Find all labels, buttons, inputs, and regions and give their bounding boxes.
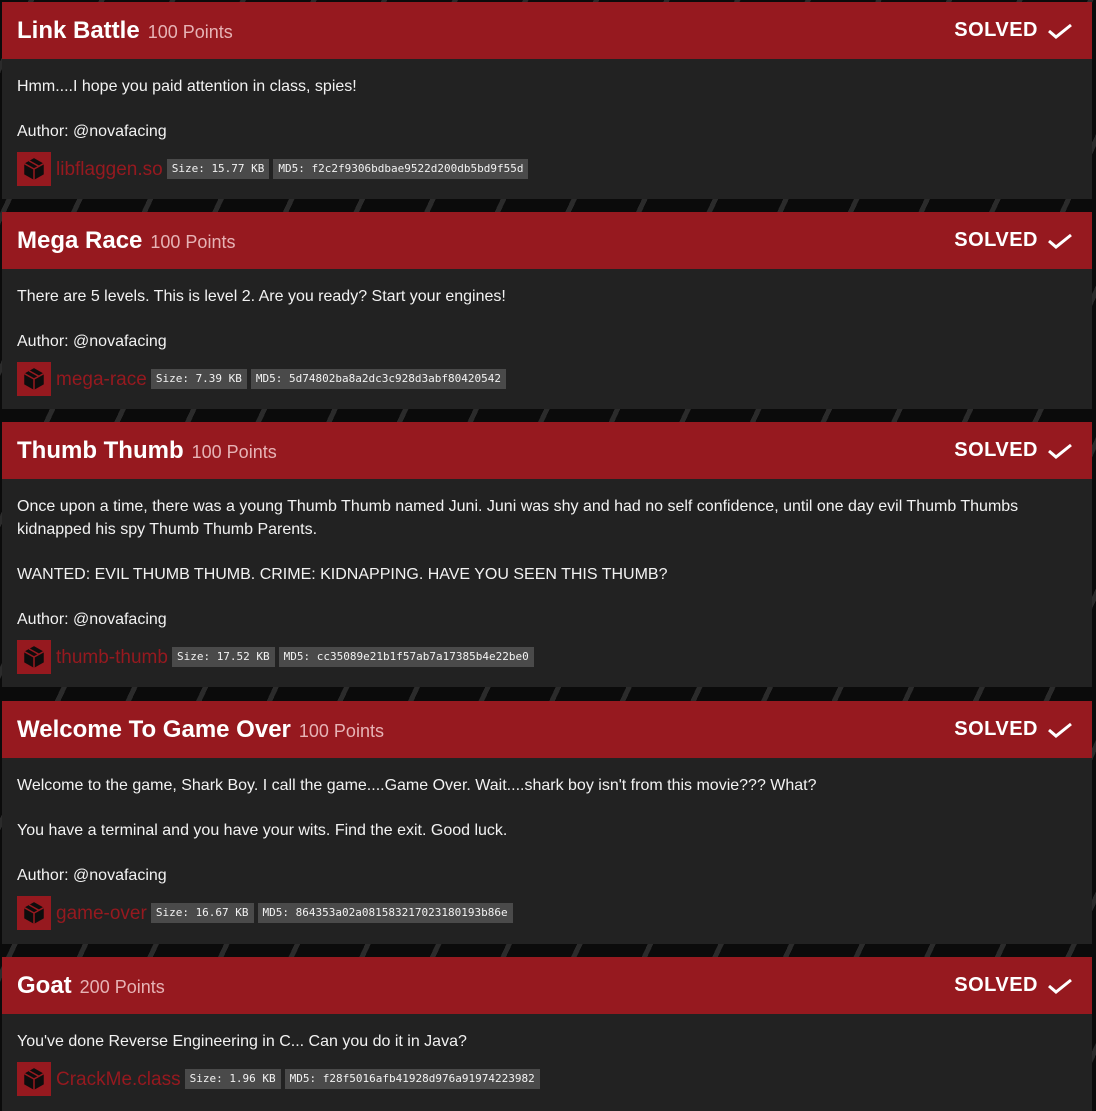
description-paragraph: You have a terminal and you have your wi…	[17, 822, 508, 839]
challenge-description: There are 5 levels. This is level 2. Are…	[17, 285, 1077, 308]
description-paragraph: Hmm....I hope you paid attention in clas…	[17, 78, 357, 95]
checkmark-icon	[1048, 443, 1072, 459]
solved-label: SOLVED	[954, 718, 1038, 740]
solved-status: SOLVED	[954, 974, 1072, 997]
checkmark-icon	[1048, 233, 1072, 249]
file-md5-tag: MD5: f28f5016afb41928d976a91974223982	[284, 1069, 540, 1089]
description-paragraph: You've done Reverse Engineering in C... …	[17, 1033, 467, 1050]
challenge-card: Goat 200 Points SOLVED You've done Rever…	[2, 957, 1092, 1111]
challenge-card: Thumb Thumb 100 Points SOLVED Once upon …	[2, 422, 1092, 687]
file-download-link[interactable]: libflaggen.so	[56, 158, 163, 181]
file-attachment: mega-race Size: 7.39 KB MD5: 5d74802ba8a…	[17, 362, 1077, 396]
checkmark-icon	[1048, 978, 1072, 994]
challenge-points: 100 Points	[298, 720, 384, 741]
file-size-tag: Size: 1.96 KB	[184, 1069, 281, 1089]
file-md5-tag: MD5: cc35089e21b1f57ab7a17385b4e22be0	[278, 647, 534, 667]
file-download-link[interactable]: mega-race	[56, 368, 147, 391]
solved-label: SOLVED	[954, 229, 1038, 251]
checkmark-icon	[1048, 722, 1072, 738]
challenge-title: Welcome To Game Over	[17, 715, 291, 743]
challenge-card: Mega Race 100 Points SOLVED There are 5 …	[2, 212, 1092, 409]
challenge-header[interactable]: Mega Race 100 Points SOLVED	[2, 212, 1092, 269]
challenge-points: 100 Points	[150, 231, 236, 252]
file-attachment: thumb-thumb Size: 17.52 KB MD5: cc35089e…	[17, 640, 1077, 674]
file-download-link[interactable]: game-over	[56, 902, 147, 925]
solved-status: SOLVED	[954, 229, 1072, 252]
challenge-description: Hmm....I hope you paid attention in clas…	[17, 75, 1077, 98]
challenge-header[interactable]: Goat 200 Points SOLVED	[2, 957, 1092, 1014]
file-download-link[interactable]: thumb-thumb	[56, 646, 168, 669]
package-box-icon[interactable]	[17, 362, 51, 396]
package-box-icon[interactable]	[17, 1062, 51, 1096]
solved-label: SOLVED	[954, 974, 1038, 996]
solved-label: SOLVED	[954, 439, 1038, 461]
challenge-author: Author: @novafacing	[17, 333, 167, 350]
challenge-header[interactable]: Welcome To Game Over 100 Points SOLVED	[2, 701, 1092, 758]
description-paragraph: WANTED: EVIL THUMB THUMB. CRIME: KIDNAPP…	[17, 566, 668, 583]
checkmark-icon	[1048, 23, 1072, 39]
description-paragraph: Once upon a time, there was a young Thum…	[17, 498, 1019, 538]
challenge-author: Author: @novafacing	[17, 123, 167, 140]
file-md5-tag: MD5: f2c2f9306bdbae9522d200db5bd9f55d	[273, 159, 529, 179]
challenge-header[interactable]: Link Battle 100 Points SOLVED	[2, 2, 1092, 59]
challenge-points: 100 Points	[191, 441, 277, 462]
challenge-title: Link Battle	[17, 16, 140, 44]
file-size-tag: Size: 15.77 KB	[166, 159, 270, 179]
challenge-header[interactable]: Thumb Thumb 100 Points SOLVED	[2, 422, 1092, 479]
package-box-icon[interactable]	[17, 152, 51, 186]
challenge-author: Author: @novafacing	[17, 611, 167, 628]
file-size-tag: Size: 16.67 KB	[150, 903, 254, 923]
package-box-icon[interactable]	[17, 896, 51, 930]
description-paragraph: Welcome to the game, Shark Boy. I call t…	[17, 777, 817, 794]
file-download-link[interactable]: CrackMe.class	[56, 1068, 181, 1091]
solved-status: SOLVED	[954, 19, 1072, 42]
challenge-description: Once upon a time, there was a young Thum…	[17, 495, 1077, 586]
file-attachment: game-over Size: 16.67 KB MD5: 864353a02a…	[17, 896, 1077, 930]
file-size-tag: Size: 7.39 KB	[150, 369, 247, 389]
challenge-card: Link Battle 100 Points SOLVED Hmm....I h…	[2, 2, 1092, 199]
challenge-card: Welcome To Game Over 100 Points SOLVED W…	[2, 701, 1092, 944]
challenge-points: 200 Points	[79, 976, 165, 997]
file-attachment: libflaggen.so Size: 15.77 KB MD5: f2c2f9…	[17, 152, 1077, 186]
challenge-title: Thumb Thumb	[17, 436, 184, 464]
solved-status: SOLVED	[954, 439, 1072, 462]
description-paragraph: There are 5 levels. This is level 2. Are…	[17, 288, 506, 305]
package-box-icon[interactable]	[17, 640, 51, 674]
file-md5-tag: MD5: 5d74802ba8a2dc3c928d3abf80420542	[250, 369, 506, 389]
file-attachment: CrackMe.class Size: 1.96 KB MD5: f28f501…	[17, 1062, 1077, 1096]
challenge-title: Mega Race	[17, 226, 143, 254]
challenge-title: Goat	[17, 971, 72, 999]
challenge-points: 100 Points	[147, 21, 233, 42]
solved-status: SOLVED	[954, 718, 1072, 741]
challenge-author: Author: @novafacing	[17, 867, 167, 884]
file-md5-tag: MD5: 864353a02a081583217023180193b86e	[257, 903, 513, 923]
solved-label: SOLVED	[954, 19, 1038, 41]
challenge-description: Welcome to the game, Shark Boy. I call t…	[17, 774, 1077, 842]
challenge-description: You've done Reverse Engineering in C... …	[17, 1030, 1077, 1053]
file-size-tag: Size: 17.52 KB	[171, 647, 275, 667]
